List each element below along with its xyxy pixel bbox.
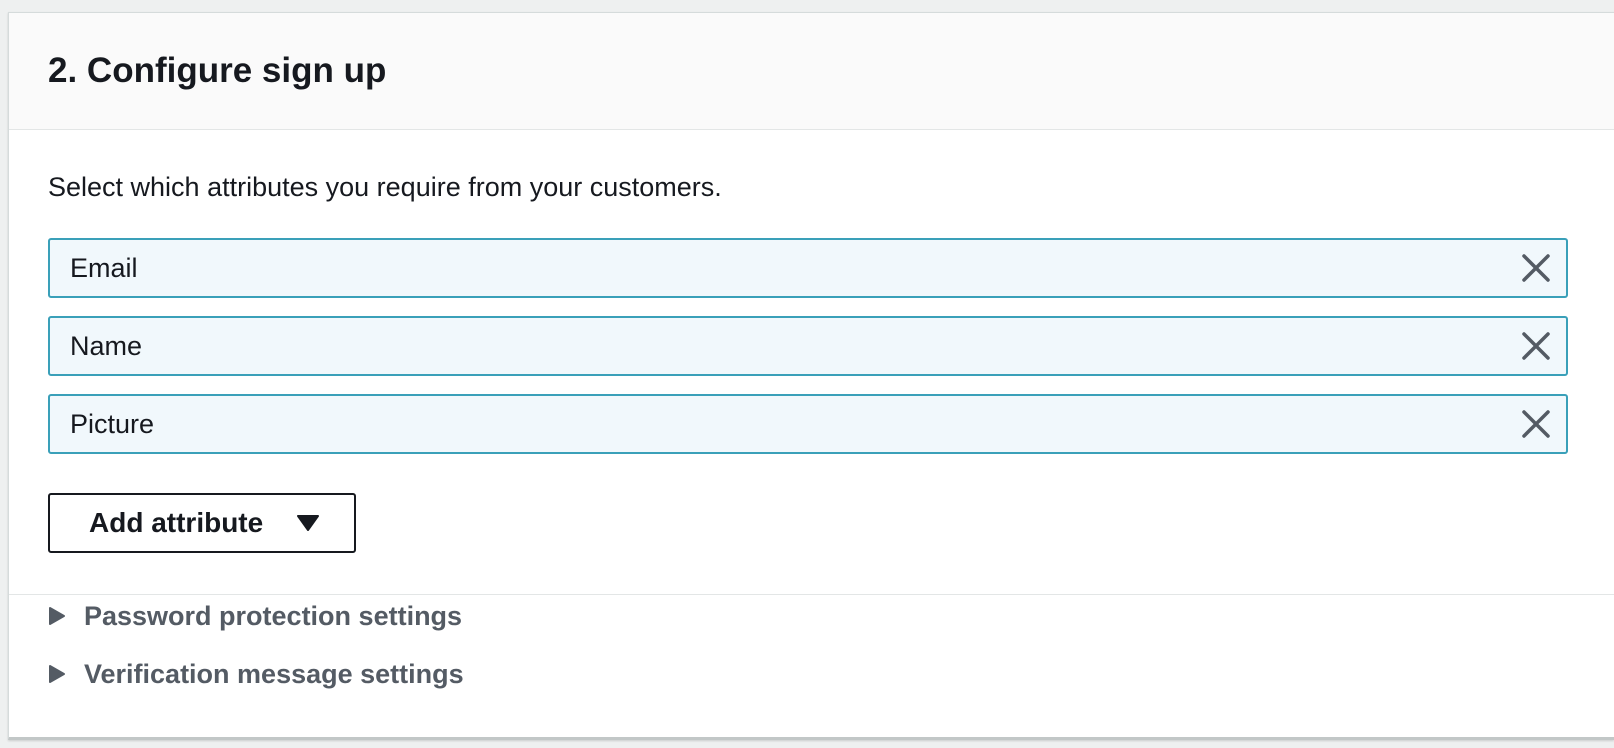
close-icon[interactable] <box>1518 250 1554 286</box>
panel-body: Select which attributes you require from… <box>9 130 1614 595</box>
attribute-token-label: Email <box>70 253 138 283</box>
add-attribute-button-label: Add attribute <box>89 507 264 538</box>
caret-right-icon <box>49 665 65 683</box>
attribute-token-picture: Picture <box>48 394 1568 454</box>
attribute-token-email: Email <box>48 238 1568 298</box>
section-description: Select which attributes you require from… <box>48 172 722 202</box>
close-icon[interactable] <box>1518 328 1554 364</box>
expander-label: Password protection settings <box>84 601 463 631</box>
close-icon[interactable] <box>1518 406 1554 442</box>
panel-title: 2. Configure sign up <box>48 51 387 90</box>
expander-label: Verification message settings <box>84 659 464 689</box>
caret-down-icon <box>297 515 319 531</box>
attribute-token-name: Name <box>48 316 1568 376</box>
caret-right-icon <box>49 607 65 625</box>
attribute-token-label: Picture <box>70 409 155 439</box>
configure-sign-up-panel: 2. Configure sign up Select which attrib… <box>8 12 1614 740</box>
add-attribute-button[interactable]: Add attribute <box>48 493 356 553</box>
panel-header: 2. Configure sign up <box>9 13 1614 130</box>
attribute-token-label: Name <box>70 331 143 361</box>
